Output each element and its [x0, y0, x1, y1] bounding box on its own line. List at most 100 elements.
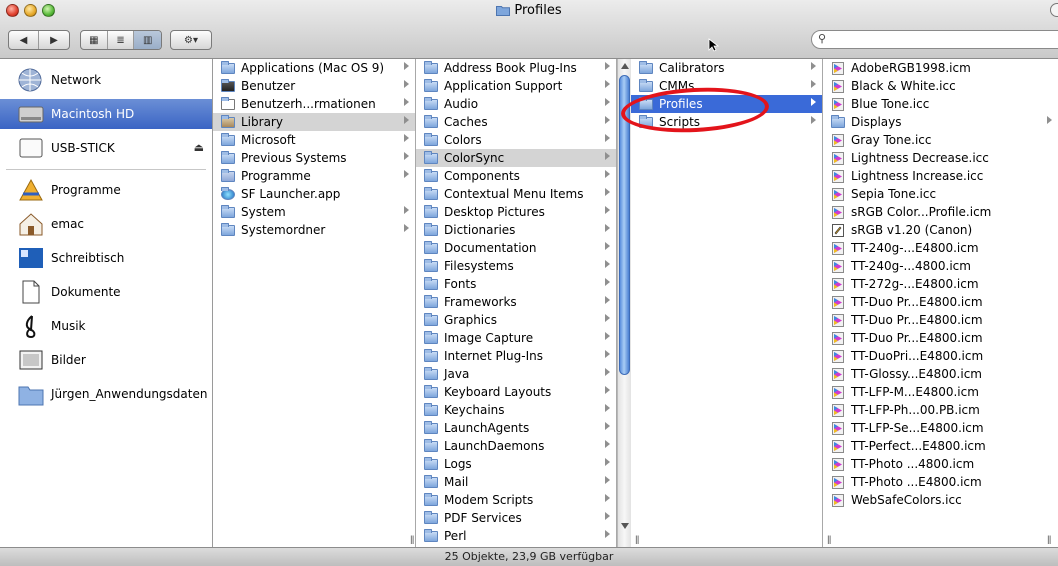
scrollbar-thumb[interactable]	[619, 75, 630, 375]
list-item[interactable]: TT-LFP-M...E4800.icm	[823, 383, 1058, 401]
eject-icon[interactable]: ⏏	[194, 141, 204, 154]
list-item[interactable]: Desktop Pictures	[416, 203, 616, 221]
list-item[interactable]: Microsoft	[213, 131, 415, 149]
scroll-up-arrow-icon[interactable]	[621, 63, 629, 69]
list-item[interactable]: Systemordner	[213, 221, 415, 239]
icon-view-button[interactable]: ▦	[81, 31, 108, 49]
list-item[interactable]: TT-272g-...E4800.icm	[823, 275, 1058, 293]
sidebar-item-bilder[interactable]: Bilder	[0, 345, 212, 375]
list-item[interactable]: PDF Services	[416, 509, 616, 527]
list-item[interactable]: TT-Duo Pr...E4800.icm	[823, 329, 1058, 347]
list-item[interactable]: Gray Tone.icc	[823, 131, 1058, 149]
list-item[interactable]: sRGB Color...Profile.icm	[823, 203, 1058, 221]
list-item[interactable]: TT-Photo ...4800.icm	[823, 455, 1058, 473]
list-item[interactable]: TT-Perfect...E4800.icm	[823, 437, 1058, 455]
search-field[interactable]: ⚲	[811, 30, 1058, 49]
list-item[interactable]: Benutzerh...rmationen	[213, 95, 415, 113]
list-item[interactable]: TT-Photo ...E4800.icm	[823, 473, 1058, 491]
list-item[interactable]: Displays	[823, 113, 1058, 131]
list-item[interactable]: Perl	[416, 527, 616, 545]
list-item[interactable]: System	[213, 203, 415, 221]
list-item[interactable]: Black & White.icc	[823, 77, 1058, 95]
list-item[interactable]: Address Book Plug-Ins	[416, 59, 616, 77]
list-item[interactable]: Mail	[416, 473, 616, 491]
list-item[interactable]: TT-LFP-Ph...00.PB.icm	[823, 401, 1058, 419]
list-item[interactable]: Keychains	[416, 401, 616, 419]
list-item[interactable]: TT-Duo Pr...E4800.icm	[823, 293, 1058, 311]
list-item[interactable]: TT-240g-...E4800.icm	[823, 239, 1058, 257]
sidebar-item-emac[interactable]: emac	[0, 209, 212, 239]
column-library-scrollbar[interactable]	[617, 59, 631, 547]
column-resize-handle[interactable]: ǁ	[635, 535, 639, 545]
list-item[interactable]: Audio	[416, 95, 616, 113]
list-item[interactable]: Previous Systems	[213, 149, 415, 167]
list-item[interactable]: Logs	[416, 455, 616, 473]
list-item[interactable]: sRGB v1.20 (Canon)	[823, 221, 1058, 239]
list-item[interactable]: Modem Scripts	[416, 491, 616, 509]
sidebar-item-programme[interactable]: Programme	[0, 175, 212, 205]
sidebar-item-label: Bilder	[51, 353, 86, 367]
back-button[interactable]: ◀	[9, 31, 40, 49]
list-item[interactable]: AdobeRGB1998.icm	[823, 59, 1058, 77]
list-item[interactable]: TT-DuoPri...E4800.icm	[823, 347, 1058, 365]
list-item[interactable]: Frameworks	[416, 293, 616, 311]
list-item[interactable]: Applications (Mac OS 9)	[213, 59, 415, 77]
list-item[interactable]: Lightness Increase.icc	[823, 167, 1058, 185]
list-item[interactable]: WebSafeColors.icc	[823, 491, 1058, 509]
list-item[interactable]: TT-Duo Pr...E4800.icm	[823, 311, 1058, 329]
list-item[interactable]: Lightness Decrease.icc	[823, 149, 1058, 167]
list-item[interactable]: CMMs	[631, 77, 822, 95]
item-icon-slot	[831, 224, 845, 237]
list-item[interactable]: Scripts	[631, 113, 822, 131]
list-item[interactable]: Colors	[416, 131, 616, 149]
list-item[interactable]: Profiles	[631, 95, 822, 113]
list-item[interactable]: Caches	[416, 113, 616, 131]
list-item[interactable]: ColorSync	[416, 149, 616, 167]
list-item[interactable]: Programme	[213, 167, 415, 185]
sidebar-item-usb-stick[interactable]: USB-STICK ⏏	[0, 133, 212, 163]
list-item[interactable]: Components	[416, 167, 616, 185]
list-item[interactable]: Graphics	[416, 311, 616, 329]
list-item[interactable]: TT-LFP-Se...E4800.icm	[823, 419, 1058, 437]
sidebar-item-j-rgen-anwendungsdaten[interactable]: Jürgen_Anwendungsdaten	[0, 379, 212, 409]
list-item[interactable]: Benutzer	[213, 77, 415, 95]
list-item[interactable]: TT-Glossy...E4800.icm	[823, 365, 1058, 383]
toolbar-toggle-button[interactable]	[1050, 3, 1058, 17]
list-item[interactable]: Image Capture	[416, 329, 616, 347]
sidebar-item-schreibtisch[interactable]: Schreibtisch	[0, 243, 212, 273]
column-resize-handle[interactable]: ǁ	[827, 535, 831, 545]
list-item[interactable]: Calibrators	[631, 59, 822, 77]
list-item[interactable]: Documentation	[416, 239, 616, 257]
list-item[interactable]: LaunchAgents	[416, 419, 616, 437]
list-item[interactable]: Contextual Menu Items	[416, 185, 616, 203]
list-item[interactable]: TT-240g-...4800.icm	[823, 257, 1058, 275]
column-resize-handle[interactable]: ǁ	[410, 535, 414, 545]
list-item[interactable]: Dictionaries	[416, 221, 616, 239]
column-view-button[interactable]: ▥	[134, 31, 161, 49]
list-item[interactable]: Keyboard Layouts	[416, 383, 616, 401]
list-item[interactable]: Library	[213, 113, 415, 131]
sidebar-item-network[interactable]: Network	[0, 65, 212, 95]
sidebar-item-musik[interactable]: Musik	[0, 311, 212, 341]
list-view-button[interactable]: ≣	[108, 31, 135, 49]
item-label: Audio	[444, 97, 479, 111]
list-item[interactable]: Fonts	[416, 275, 616, 293]
list-item[interactable]: Java	[416, 365, 616, 383]
list-item[interactable]: Blue Tone.icc	[823, 95, 1058, 113]
item-icon-slot	[424, 169, 438, 182]
search-input[interactable]	[834, 32, 1054, 47]
list-item[interactable]: Filesystems	[416, 257, 616, 275]
list-item[interactable]: Application Support	[416, 77, 616, 95]
scroll-down-arrow-icon[interactable]	[621, 523, 629, 529]
list-item[interactable]: Sepia Tone.icc	[823, 185, 1058, 203]
action-gear-button[interactable]: ⚙▾	[171, 31, 211, 49]
forward-button[interactable]: ▶	[39, 31, 69, 49]
sidebar-item-dokumente[interactable]: Dokumente	[0, 277, 212, 307]
disclosure-arrow-icon	[404, 98, 409, 106]
list-item[interactable]: LaunchDaemons	[416, 437, 616, 455]
list-item[interactable]: Internet Plug-Ins	[416, 347, 616, 365]
sidebar-item-macintosh-hd[interactable]: Macintosh HD	[0, 99, 212, 129]
column-resize-handle[interactable]: ǁ	[1047, 535, 1051, 545]
item-label: sRGB v1.20 (Canon)	[851, 223, 973, 237]
list-item[interactable]: SF Launcher.app	[213, 185, 415, 203]
